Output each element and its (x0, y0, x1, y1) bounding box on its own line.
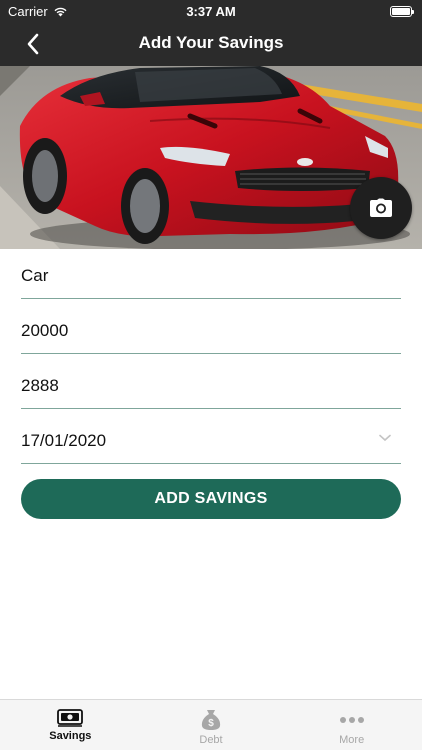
add-savings-button[interactable]: ADD SAVINGS (21, 479, 401, 519)
target-amount-field[interactable] (21, 308, 401, 354)
navigation-bar: Add Your Savings (0, 22, 422, 66)
money-bag-icon: $ (201, 710, 221, 730)
tab-savings-label: Savings (49, 730, 92, 742)
tab-more-label: More (339, 734, 365, 746)
camera-icon (370, 198, 392, 217)
tab-debt[interactable]: $ Debt (141, 700, 282, 750)
add-photo-button[interactable] (350, 177, 412, 239)
date-picker-field[interactable] (21, 418, 401, 464)
chevron-down-icon[interactable] (379, 434, 391, 442)
status-time: 3:37 AM (186, 4, 236, 19)
saved-amount-field[interactable] (21, 363, 401, 409)
page-title: Add Your Savings (138, 33, 284, 52)
battery-icon (390, 6, 414, 17)
tab-debt-label: Debt (199, 734, 223, 746)
svg-text:$: $ (208, 718, 214, 729)
savings-name-input[interactable] (21, 265, 401, 286)
money-icon (57, 709, 84, 727)
date-input[interactable] (21, 430, 401, 451)
savings-name-field[interactable] (21, 253, 401, 299)
more-icon (339, 717, 364, 723)
tab-more[interactable]: More (281, 700, 422, 750)
tab-bar: Savings $ Debt More (0, 699, 422, 750)
tab-savings[interactable]: Savings (0, 700, 141, 750)
target-amount-input[interactable] (21, 320, 401, 341)
saved-amount-input[interactable] (21, 375, 401, 396)
status-bar: Carrier 3:37 AM (0, 0, 422, 22)
add-savings-screen: Carrier 3:37 AM Add Your Savings Car 200… (0, 0, 422, 750)
